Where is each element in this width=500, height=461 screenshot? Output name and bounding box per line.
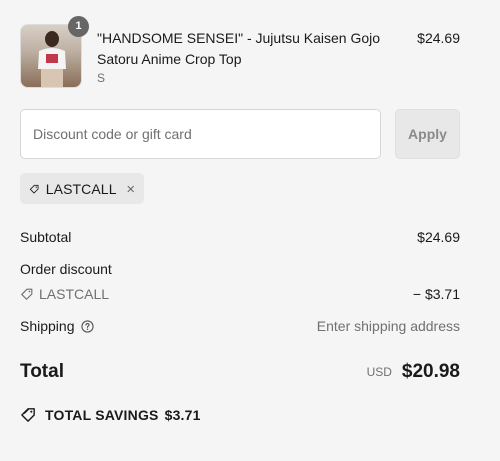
savings-tag-icon bbox=[21, 408, 35, 422]
discount-code-line: LASTCALL bbox=[20, 286, 109, 302]
discount-code-row: LASTCALL − $3.71 bbox=[20, 286, 460, 304]
shipping-label-group: Shipping bbox=[20, 318, 94, 334]
close-icon[interactable] bbox=[126, 182, 135, 196]
applied-discount-chip: LASTCALL bbox=[20, 173, 144, 204]
order-discount-label: Order discount bbox=[20, 261, 112, 277]
help-icon[interactable] bbox=[80, 319, 94, 333]
applied-code-label: LASTCALL bbox=[45, 180, 117, 197]
subtotal-row: Subtotal $24.69 bbox=[20, 229, 460, 247]
total-savings: TOTAL SAVINGS $3.71 bbox=[20, 406, 201, 423]
total-row: Total USD $20.98 bbox=[20, 361, 460, 385]
total-amount: $20.98 bbox=[401, 361, 460, 382]
tag-icon bbox=[29, 184, 39, 193]
product-variant: S bbox=[97, 71, 106, 85]
apply-discount-button[interactable]: Apply bbox=[395, 109, 460, 159]
product-title: "HANDSOME SENSEI" - Jujutsu Kaisen Gojo … bbox=[97, 30, 381, 67]
total-label: Total bbox=[20, 361, 64, 382]
subtotal-label: Subtotal bbox=[20, 229, 72, 245]
quantity-badge: 1 bbox=[68, 16, 89, 37]
product-photo-icon bbox=[38, 31, 66, 87]
shipping-row: Shipping Enter shipping address bbox=[20, 318, 460, 336]
savings-label: TOTAL SAVINGS bbox=[45, 406, 159, 423]
shipping-value: Enter shipping address bbox=[316, 318, 460, 334]
product-price: $24.69 bbox=[417, 30, 460, 46]
discount-amount: − $3.71 bbox=[412, 286, 460, 302]
tag-icon bbox=[21, 288, 33, 300]
discount-code-input[interactable] bbox=[20, 109, 381, 159]
shipping-label: Shipping bbox=[20, 318, 75, 334]
discount-code-name: LASTCALL bbox=[39, 286, 110, 302]
total-currency: USD bbox=[366, 365, 392, 379]
savings-value: $3.71 bbox=[164, 406, 201, 423]
order-discount-row: Order discount bbox=[20, 261, 460, 279]
subtotal-value: $24.69 bbox=[417, 229, 460, 245]
cart-item: 1 "HANDSOME SENSEI" - Jujutsu Kaisen Goj… bbox=[20, 16, 460, 88]
total-amount-group: USD $20.98 bbox=[367, 361, 460, 383]
